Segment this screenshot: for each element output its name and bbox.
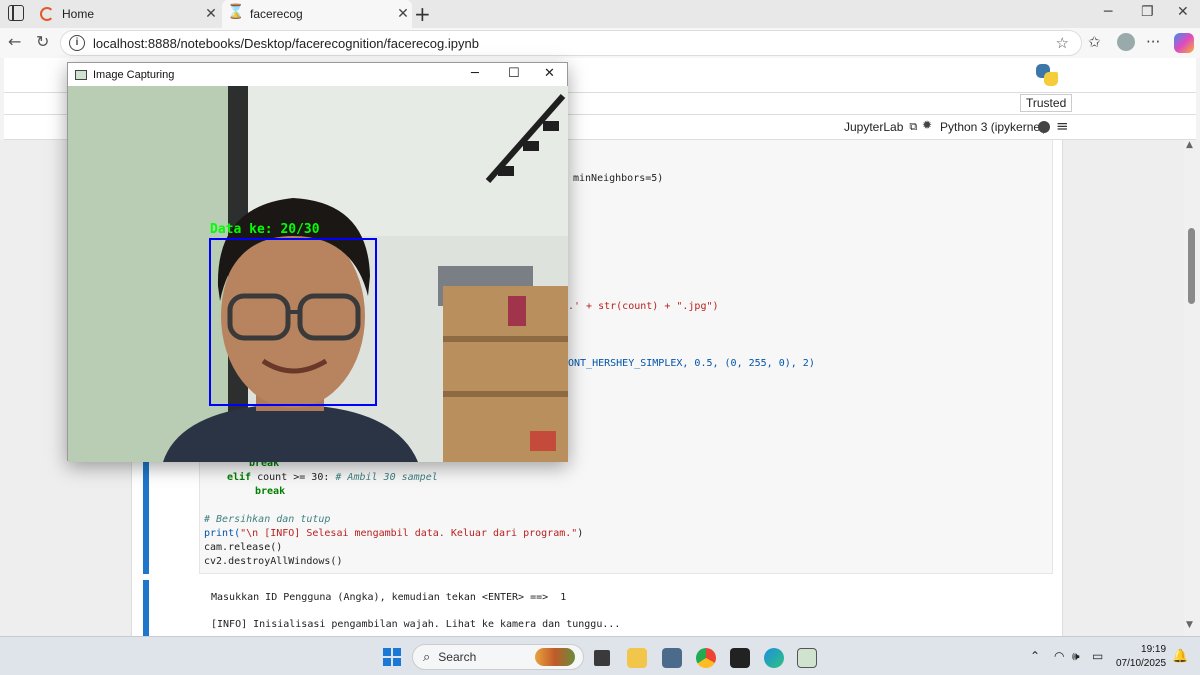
home-favicon-icon <box>40 7 54 21</box>
output-cell-bar <box>143 580 149 636</box>
tab-label: Home <box>62 7 95 21</box>
tab-facerecog[interactable]: facerecog ✕ <box>222 0 412 28</box>
minimize-icon[interactable]: ─ <box>471 66 479 81</box>
windows-taskbar: ⌕ Search ⌃ ◠ 🕪 ▭ 19:19 07/10/2025 🔔 <box>0 636 1200 675</box>
hourglass-favicon-icon <box>227 4 244 21</box>
external-link-icon: ⧉ <box>909 120 918 133</box>
image-capturing-window[interactable]: Image Capturing ─ ☐ ✕ Data ke: 20/30 <box>67 62 568 462</box>
code-line-break: break <box>255 486 286 497</box>
search-highlight-image <box>535 648 575 666</box>
code-fragment-puttext: ONT_HERSHEY_SIMPLEX, 0.5, (0, 255, 0), 2… <box>568 358 815 369</box>
back-icon[interactable]: ← <box>8 32 21 51</box>
chrome-icon[interactable] <box>696 648 716 668</box>
restore-icon[interactable]: ❐ <box>1141 4 1154 20</box>
info-icon[interactable]: i <box>69 35 85 51</box>
close-tab-icon[interactable]: ✕ <box>202 6 220 22</box>
task-view-icon[interactable] <box>594 650 610 666</box>
window-title: Image Capturing <box>93 68 175 81</box>
url-input[interactable]: i localhost:8888/notebooks/Desktop/facer… <box>60 30 1082 56</box>
start-button-icon[interactable] <box>383 648 401 666</box>
edge-icon[interactable] <box>764 648 784 668</box>
menu-icon[interactable]: ≡ <box>1056 117 1069 135</box>
opencv-app-icon[interactable] <box>797 648 817 668</box>
trusted-badge[interactable]: Trusted <box>1020 94 1073 112</box>
close-window-icon[interactable]: ✕ <box>1177 4 1189 20</box>
profile-avatar[interactable] <box>1117 33 1135 51</box>
scroll-up-icon[interactable]: ▲ <box>1186 140 1193 150</box>
battery-icon[interactable]: ▭ <box>1092 649 1103 663</box>
search-label: Search <box>438 650 477 664</box>
opencv-window-icon <box>75 69 87 80</box>
address-bar-row: ← ↻ i localhost:8888/notebooks/Desktop/f… <box>0 28 1200 58</box>
new-tab-icon[interactable]: + <box>414 2 431 26</box>
kernel-status-icon <box>1038 121 1050 133</box>
favorites-icon[interactable]: ✩ <box>1088 33 1101 51</box>
code-line-elif: elif count >= 30: # Ambil 30 sampel <box>227 472 438 483</box>
search-icon: ⌕ <box>423 649 431 665</box>
wifi-icon[interactable]: ◠ <box>1054 649 1064 663</box>
capture-counter-text: Data ke: 20/30 <box>210 222 320 237</box>
scrollbar-thumb[interactable] <box>1188 228 1195 304</box>
camera-feed: Data ke: 20/30 <box>68 86 568 462</box>
camera-frame-image: Data ke: 20/30 <box>68 86 568 462</box>
favorite-star-icon[interactable]: ☆ <box>1056 34 1069 52</box>
output-line: [INFO] Inisialisasi pengambilan wajah. L… <box>211 619 621 630</box>
kernel-name[interactable]: Python 3 (ipykernel) <box>940 120 1047 134</box>
jupyterlab-link[interactable]: JupyterLab ⧉ <box>844 120 917 134</box>
close-tab-icon[interactable]: ✕ <box>394 6 412 22</box>
notification-bell-icon[interactable]: 🔔 <box>1172 649 1188 664</box>
refresh-icon[interactable]: ↻ <box>36 32 49 51</box>
tab-home[interactable]: Home ✕ <box>34 0 220 28</box>
output-line: Masukkan ID Pengguna (Angka), kemudian t… <box>211 592 567 603</box>
code-fragment-imwrite: .' + str(count) + ".jpg") <box>568 301 719 312</box>
clock-time: 19:19 <box>1141 644 1167 655</box>
code-line-comment: # Bersihkan dan tutup <box>204 514 331 525</box>
close-icon[interactable]: ✕ <box>544 66 555 81</box>
tab-label: facerecog <box>250 7 303 21</box>
file-explorer-icon[interactable] <box>627 648 647 668</box>
url-text: localhost:8888/notebooks/Desktop/facerec… <box>93 35 479 51</box>
scroll-down-icon[interactable]: ▼ <box>1186 620 1193 630</box>
minimize-icon[interactable]: ─ <box>1104 4 1112 20</box>
page-scrollbar[interactable] <box>1184 140 1200 636</box>
taskbar-search-input[interactable]: ⌕ Search <box>412 644 584 670</box>
code-fragment-minneighbors: minNeighbors=5) <box>573 173 664 184</box>
terminal-icon[interactable] <box>730 648 750 668</box>
code-line-print: print("\n [INFO] Selesai mengambil data.… <box>204 528 584 539</box>
code-line-destroy: cv2.destroyAllWindows() <box>204 556 343 567</box>
maximize-icon[interactable]: ☐ <box>508 66 520 81</box>
app-icon[interactable] <box>662 648 682 668</box>
jupyterlab-label: JupyterLab <box>844 120 904 134</box>
clock-date: 07/10/2025 <box>1116 658 1167 669</box>
copilot-icon[interactable] <box>1174 33 1194 53</box>
window-titlebar[interactable]: Image Capturing <box>68 63 567 86</box>
show-hidden-icons-icon[interactable]: ⌃ <box>1030 649 1040 663</box>
code-line-release: cam.release() <box>204 542 283 553</box>
volume-icon[interactable]: 🕪 <box>1072 649 1080 664</box>
tab-actions-icon[interactable] <box>8 5 24 21</box>
debugger-icon[interactable]: ✹ <box>922 118 932 132</box>
more-options-icon[interactable]: ··· <box>1146 33 1160 51</box>
taskbar-clock[interactable]: 19:19 07/10/2025 <box>1116 643 1166 671</box>
python-logo-icon <box>1036 64 1058 86</box>
browser-tab-bar: Home ✕ facerecog ✕ + ─ ❐ ✕ <box>0 0 1200 28</box>
